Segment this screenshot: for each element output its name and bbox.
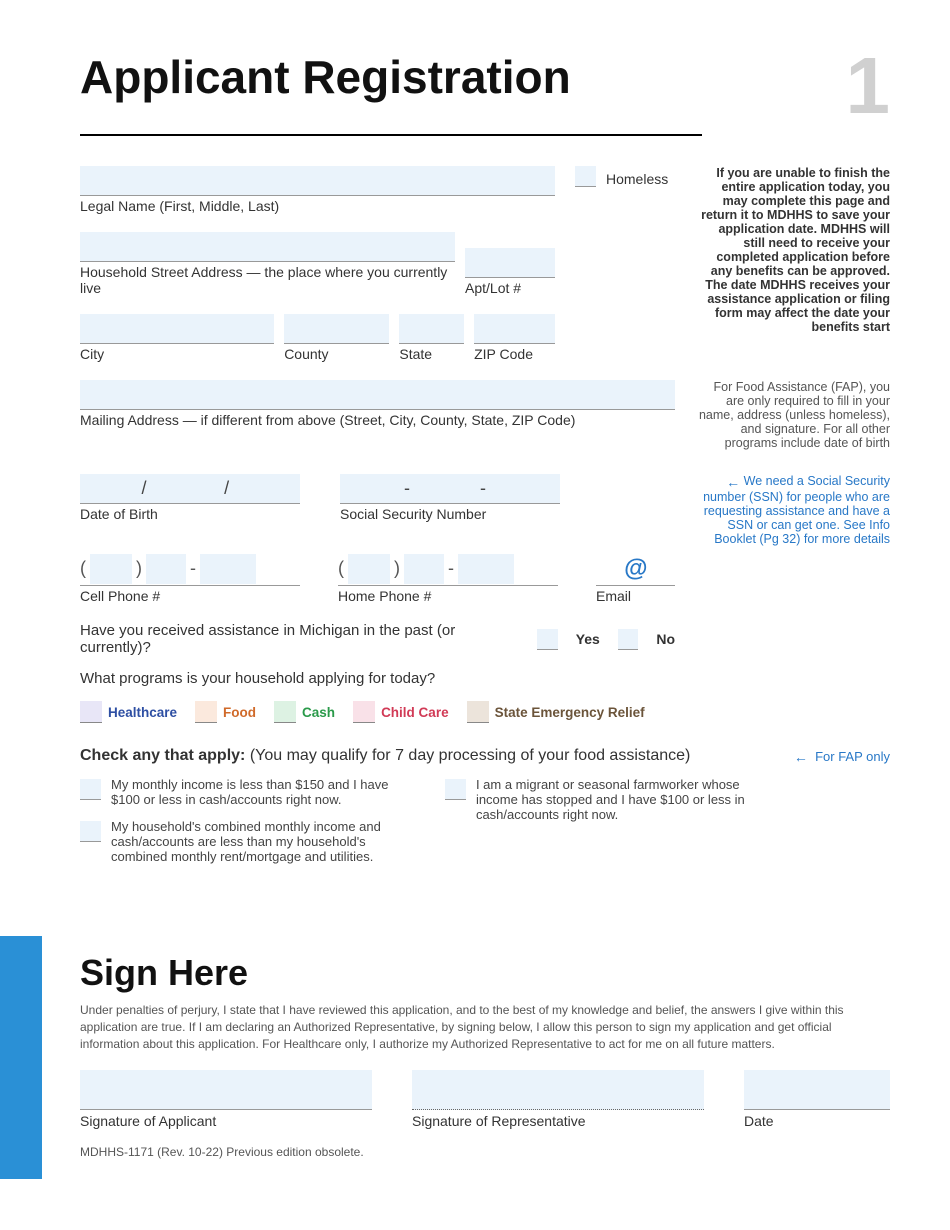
dash-sep: - [404,478,410,499]
signature-date-field[interactable] [744,1070,890,1110]
ssn-label: Social Security Number [340,506,560,522]
fap-opt2-checkbox[interactable] [80,821,101,842]
cell-phone-field[interactable]: () - [80,552,300,586]
city-label: City [80,346,274,362]
check-heading-bold: Check any that apply: [80,747,245,764]
home-phone-field[interactable]: () - [338,552,558,586]
county-field[interactable] [284,314,389,344]
dash-sep: - [448,558,454,579]
divider [80,134,702,136]
paren-l: ( [338,558,344,579]
fap-only-text: For FAP only [815,749,890,764]
legal-name-field[interactable] [80,166,555,196]
healthcare-checkbox[interactable] [80,701,102,723]
fap-opt3-text: I am a migrant or seasonal farmworker wh… [476,777,770,822]
slash-sep: / [224,478,229,499]
food-label: Food [223,705,256,720]
yes-label: Yes [576,631,600,647]
sign-title: Sign Here [80,952,890,994]
page-number: 1 [846,50,891,122]
signature-rep-label: Signature of Representative [412,1113,704,1129]
dash-sep: - [480,478,486,499]
side-note-fap: For Food Assistance (FAP), you are only … [695,380,890,450]
ser-checkbox[interactable] [467,701,489,723]
mailing-address-label: Mailing Address — if different from abov… [80,412,675,428]
cash-label: Cash [302,705,335,720]
programs-question: What programs is your household applying… [80,670,675,687]
check-heading-rest: (You may qualify for 7 day processing of… [245,747,690,764]
state-field[interactable] [399,314,464,344]
arrow-left-icon: ← [726,474,740,490]
apt-lot-field[interactable] [465,248,555,278]
healthcare-label: Healthcare [108,705,177,720]
homeless-label: Homeless [606,171,668,187]
yes-checkbox[interactable] [537,629,557,650]
dob-field[interactable]: // [80,474,300,504]
childcare-checkbox[interactable] [353,701,375,723]
fap-only-note: ← For FAP only [794,749,890,765]
street-address-label: Household Street Address — the place whe… [80,264,455,296]
side-note-ssn: ← We need a Social Security number (SSN)… [695,474,890,546]
zip-field[interactable] [474,314,555,344]
slash-sep: / [142,478,147,499]
signature-applicant-label: Signature of Applicant [80,1113,372,1129]
cash-checkbox[interactable] [274,701,296,723]
fap-opt3-checkbox[interactable] [445,779,466,800]
at-icon: @ [624,555,647,583]
past-assistance-question: Have you received assistance in Michigan… [80,622,519,656]
county-label: County [284,346,389,362]
side-note-bold: If you are unable to finish the entire a… [695,166,890,334]
sign-text: Under penalties of perjury, I state that… [80,1002,890,1052]
page-title: Applicant Registration [80,50,846,104]
email-label: Email [596,588,675,604]
homeless-checkbox[interactable] [575,166,596,187]
apt-lot-label: Apt/Lot # [465,280,555,296]
fap-opt1-text: My monthly income is less than $150 and … [111,777,405,807]
no-checkbox[interactable] [618,629,638,650]
sign-accent-bar [0,936,42,1179]
check-heading: Check any that apply: (You may qualify f… [80,747,770,765]
zip-label: ZIP Code [474,346,555,362]
paren-r: ) [136,558,142,579]
home-phone-label: Home Phone # [338,588,558,604]
childcare-label: Child Care [381,705,449,720]
mailing-address-field[interactable] [80,380,675,410]
dash-sep: - [190,558,196,579]
legal-name-label: Legal Name (First, Middle, Last) [80,198,555,214]
paren-l: ( [80,558,86,579]
paren-r: ) [394,558,400,579]
fap-opt2-text: My household's combined monthly income a… [111,819,405,864]
cell-phone-label: Cell Phone # [80,588,300,604]
state-label: State [399,346,464,362]
street-address-field[interactable] [80,232,455,262]
signature-rep-field[interactable] [412,1070,704,1110]
city-field[interactable] [80,314,274,344]
ssn-field[interactable]: -- [340,474,560,504]
email-field[interactable]: @ [596,552,675,586]
arrow-left-icon: ← [794,749,808,765]
no-label: No [656,631,675,647]
fap-opt1-checkbox[interactable] [80,779,101,800]
signature-applicant-field[interactable] [80,1070,372,1110]
dob-label: Date of Birth [80,506,300,522]
food-checkbox[interactable] [195,701,217,723]
ser-label: State Emergency Relief [495,705,645,720]
signature-date-label: Date [744,1113,890,1129]
form-footer: MDHHS-1171 (Rev. 10-22) Previous edition… [80,1145,890,1159]
